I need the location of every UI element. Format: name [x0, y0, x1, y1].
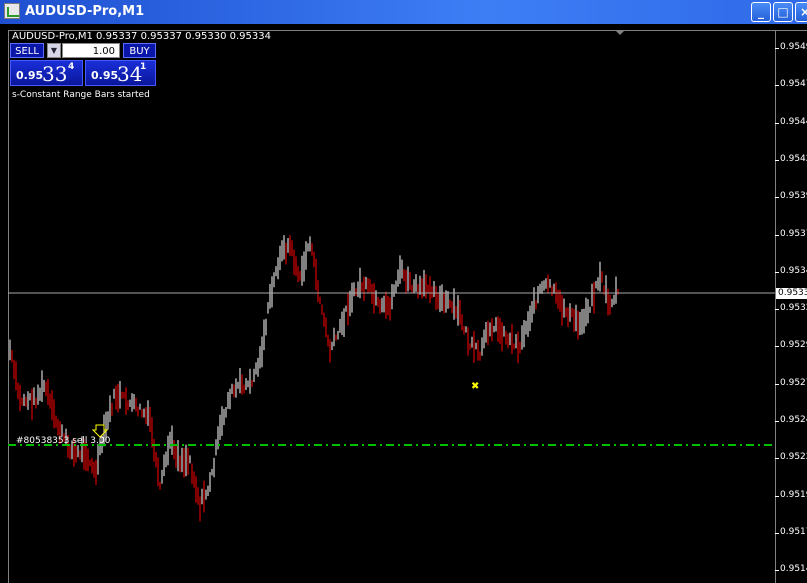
price-axis-tick	[775, 272, 779, 273]
price-bars	[9, 235, 619, 522]
status-message: s-Constant Range Bars started	[12, 90, 150, 100]
price-axis-tick	[775, 458, 779, 459]
sell-price-sup: 4	[68, 62, 75, 72]
lot-size-input[interactable]: 1.00	[62, 43, 120, 58]
price-chart: ✖	[8, 30, 775, 522]
price-axis-label: 0.9527	[780, 378, 807, 388]
price-axis-tick	[775, 309, 779, 310]
buy-button[interactable]: BUY	[123, 43, 156, 58]
order-label: #80538353 sell 3.00	[16, 436, 111, 446]
sell-price-big: 33	[42, 62, 68, 86]
price-axis-tick	[775, 160, 779, 161]
one-click-trading-panel: SELL ▼ 1.00 BUY 0.95 33 4 0.95 34 1	[10, 42, 156, 87]
price-axis-tick	[775, 533, 779, 534]
price-axis-label: 0.9519	[780, 490, 807, 500]
price-axis-tick	[775, 123, 779, 124]
price-axis-label: 0.9524	[780, 415, 807, 425]
lot-dropdown-arrow-icon[interactable]: ▼	[47, 43, 61, 58]
price-axis-tick	[775, 346, 779, 347]
price-axis-label: 0.9514	[780, 564, 807, 574]
price-axis-label: 0.9542	[780, 154, 807, 164]
price-axis-tick	[775, 197, 779, 198]
price-axis-tick	[775, 496, 779, 497]
sell-price-button[interactable]: 0.95 33 4	[10, 60, 83, 86]
sell-price-prefix: 0.95	[16, 69, 44, 82]
price-axis-label: 0.9522	[780, 452, 807, 462]
symbol-info-line: AUDUSD-Pro,M1 0.95337 0.95337 0.95330 0.…	[12, 31, 271, 42]
price-axis-tick	[775, 48, 779, 49]
buy-price-sup: 1	[140, 62, 147, 72]
chart-shift-marker-icon	[615, 30, 625, 35]
buy-price-prefix: 0.95	[91, 69, 119, 82]
price-axis-label: 0.9534	[780, 266, 807, 276]
sell-button[interactable]: SELL	[10, 43, 44, 58]
price-axis-label: 0.9547	[780, 79, 807, 89]
price-axis-label: 0.9544	[780, 117, 807, 127]
close-marker-icon: ✖	[471, 381, 479, 392]
price-axis-tick	[775, 570, 779, 571]
price-axis-label: 0.9532	[780, 303, 807, 313]
buy-price-big: 34	[117, 62, 143, 86]
price-axis-tick	[775, 235, 779, 236]
price-axis-label: 0.9529	[780, 340, 807, 350]
price-axis-label: 0.9517	[780, 527, 807, 537]
price-axis-tick	[775, 421, 779, 422]
current-price-label: 0.95334	[776, 288, 807, 299]
price-axis-label: 0.9537	[780, 229, 807, 239]
buy-price-button[interactable]: 0.95 34 1	[85, 60, 156, 86]
price-axis-tick	[775, 384, 779, 385]
price-axis-label: 0.9549	[780, 42, 807, 52]
price-axis-label: 0.9539	[780, 191, 807, 201]
price-axis-tick	[775, 85, 779, 86]
